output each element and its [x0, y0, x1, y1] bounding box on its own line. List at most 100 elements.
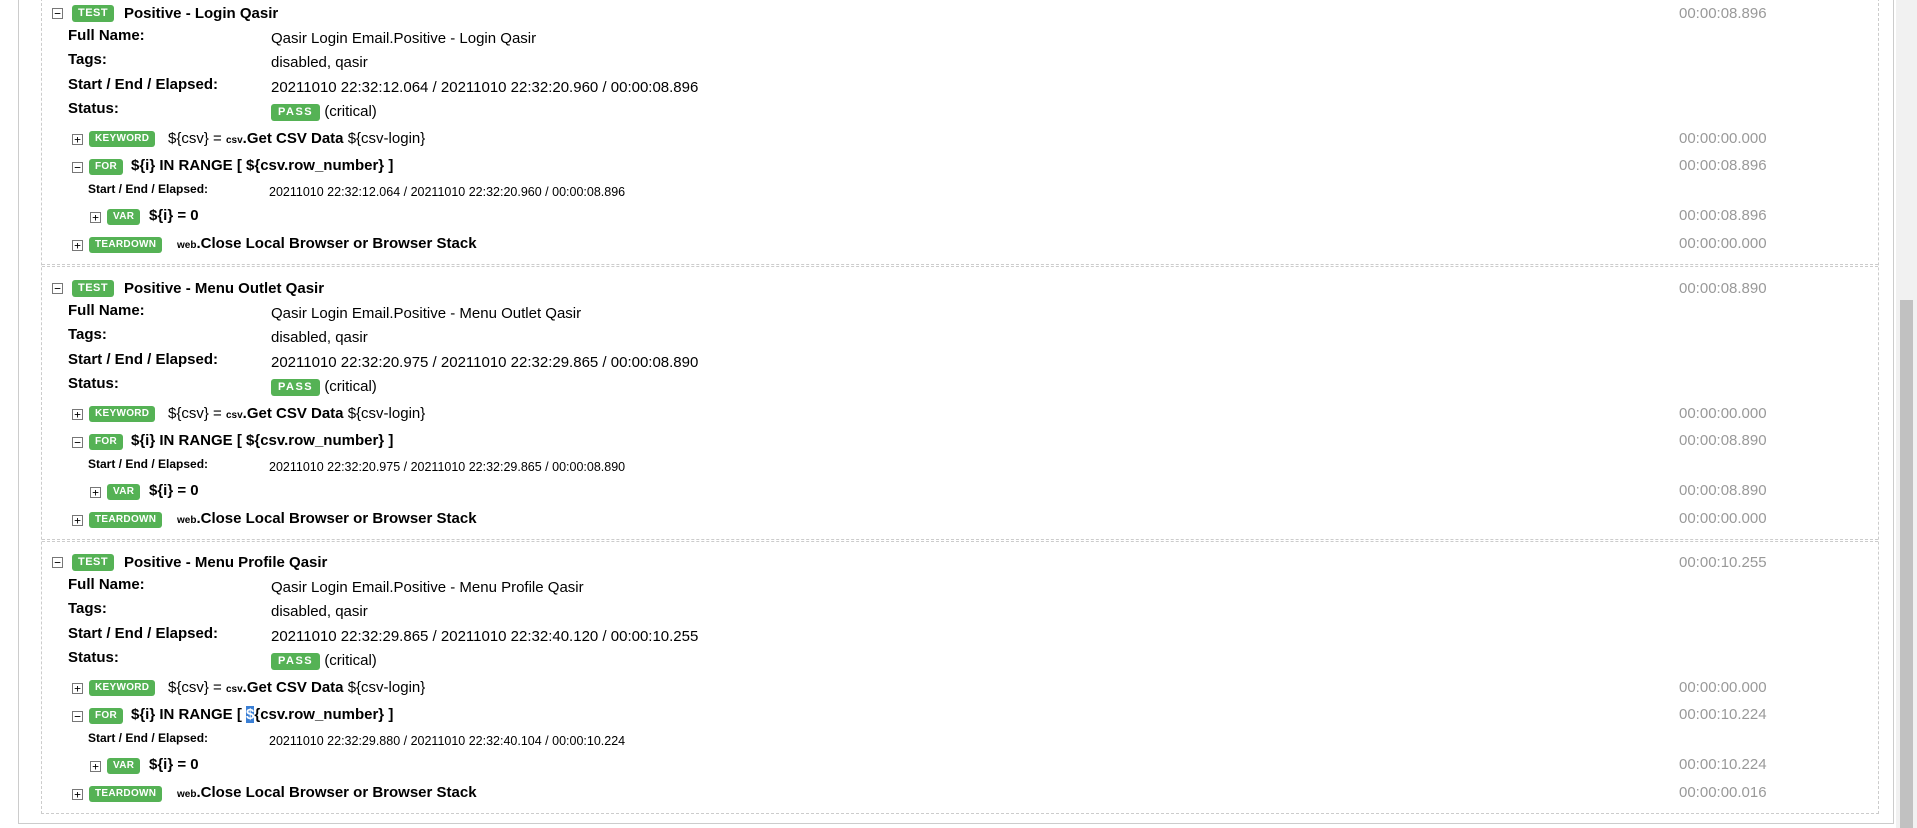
for-loop-header[interactable]: ${i} IN RANGE [ ${csv.row_number} ] [131, 706, 393, 723]
times-header: Start / End / Elapsed: [68, 351, 219, 368]
collapse-icon[interactable]: − [52, 8, 63, 19]
for-times-value: 20211010 22:32:20.975 / 20211010 22:32:2… [269, 460, 626, 474]
keyword-assign: ${csv} = [168, 679, 226, 696]
collapse-icon[interactable]: − [72, 711, 83, 722]
status-value: PASS (critical) [271, 652, 377, 670]
expand-icon[interactable]: + [90, 212, 101, 223]
teardown-library: web [177, 240, 197, 251]
criticality: (critical) [324, 652, 377, 669]
for-elapsed: 00:00:08.890 [1679, 432, 1767, 449]
status-value: PASS (critical) [271, 103, 377, 121]
test-elapsed: 00:00:08.896 [1679, 5, 1767, 22]
for-pre: ${i} IN RANGE [ [131, 432, 247, 449]
for-post: ] [384, 432, 394, 449]
test-name[interactable]: Positive - Login Qasir [124, 5, 278, 22]
for-range-var: ${csv.row_number} [246, 157, 385, 174]
test-label: TEST [72, 554, 115, 571]
tags-value: disabled, qasir [271, 329, 368, 346]
test-block: − TEST Positive - Menu Profile Qasir 00:… [0, 549, 1896, 824]
teardown-call[interactable]: web.Close Local Browser or Browser Stack [177, 510, 477, 527]
status-header: Status: [68, 100, 119, 117]
teardown-label: TEARDOWN [89, 237, 163, 253]
for-times-header: Start / End / Elapsed: [88, 731, 209, 745]
for-times-header: Start / End / Elapsed: [88, 457, 209, 471]
for-range-var: ${csv.row_number} [246, 432, 385, 449]
expand-icon[interactable]: + [72, 240, 83, 251]
test-label: TEST [72, 280, 115, 297]
expand-icon[interactable]: + [72, 134, 83, 145]
var-assignment[interactable]: ${i} = 0 [149, 756, 199, 773]
full-name-header: Full Name: [68, 27, 145, 44]
for-range-var: ${csv.row_number} [246, 706, 385, 723]
var-elapsed: 00:00:08.890 [1679, 482, 1767, 499]
for-post: ] [384, 706, 394, 723]
criticality: (critical) [324, 378, 377, 395]
teardown-library: web [177, 515, 197, 526]
keyword-call[interactable]: ${csv} = csv.Get CSV Data ${csv-login} [168, 405, 425, 422]
times-value: 20211010 22:32:20.975 / 20211010 22:32:2… [271, 354, 699, 371]
keyword-args: ${csv-login} [343, 679, 426, 696]
var-elapsed: 00:00:10.224 [1679, 756, 1767, 773]
test-name[interactable]: Positive - Menu Outlet Qasir [124, 280, 324, 297]
for-label: FOR [89, 159, 124, 175]
keyword-args: ${csv-login} [343, 405, 426, 422]
full-name-value: Qasir Login Email.Positive - Menu Profil… [271, 579, 584, 596]
tags-value: disabled, qasir [271, 603, 368, 620]
keyword-library: csv [225, 135, 243, 146]
var-assignment[interactable]: ${i} = 0 [149, 207, 199, 224]
keyword-assign: ${csv} = [168, 130, 226, 147]
teardown-call[interactable]: web.Close Local Browser or Browser Stack [177, 784, 477, 801]
full-name-header: Full Name: [68, 302, 145, 319]
teardown-call[interactable]: web.Close Local Browser or Browser Stack [177, 235, 477, 252]
full-name-value: Qasir Login Email.Positive - Menu Outlet… [271, 305, 582, 322]
teardown-elapsed: 00:00:00.000 [1679, 510, 1767, 527]
for-pre: ${i} IN RANGE [ [131, 157, 247, 174]
pass-badge: PASS [271, 652, 321, 670]
var-elapsed: 00:00:08.896 [1679, 207, 1767, 224]
for-loop-header[interactable]: ${i} IN RANGE [ ${csv.row_number} ] [131, 432, 393, 449]
keyword-assign: ${csv} = [168, 405, 226, 422]
var-label: VAR [107, 209, 141, 225]
keyword-elapsed: 00:00:00.000 [1679, 130, 1767, 147]
tags-value: disabled, qasir [271, 54, 368, 71]
collapse-icon[interactable]: − [52, 557, 63, 568]
test-elapsed: 00:00:08.890 [1679, 280, 1767, 297]
teardown-elapsed: 00:00:00.016 [1679, 784, 1767, 801]
keyword-call[interactable]: ${csv} = csv.Get CSV Data ${csv-login} [168, 679, 425, 696]
expand-icon[interactable]: + [72, 789, 83, 800]
text-selection: $ [246, 706, 255, 723]
pass-badge: PASS [271, 378, 321, 396]
criticality: (critical) [324, 103, 377, 120]
for-times-value: 20211010 22:32:12.064 / 20211010 22:32:2… [269, 185, 626, 199]
for-loop-header[interactable]: ${i} IN RANGE [ ${csv.row_number} ] [131, 157, 393, 174]
status-header: Status: [68, 649, 119, 666]
keyword-library: csv [225, 684, 243, 695]
times-value: 20211010 22:32:12.064 / 20211010 22:32:2… [271, 79, 699, 96]
expand-icon[interactable]: + [72, 515, 83, 526]
status-header: Status: [68, 375, 119, 392]
var-assignment[interactable]: ${i} = 0 [149, 482, 199, 499]
var-label: VAR [107, 484, 141, 500]
teardown-library: web [177, 789, 197, 800]
tags-header: Tags: [68, 600, 107, 617]
test-name[interactable]: Positive - Menu Profile Qasir [124, 554, 327, 571]
collapse-icon[interactable]: − [72, 162, 83, 173]
full-name-header: Full Name: [68, 576, 145, 593]
scrollbar-thumb[interactable] [1900, 300, 1913, 828]
test-block: − TEST Positive - Menu Outlet Qasir 00:0… [0, 275, 1896, 550]
expand-icon[interactable]: + [90, 761, 101, 772]
times-header: Start / End / Elapsed: [68, 76, 219, 93]
expand-icon[interactable]: + [72, 683, 83, 694]
expand-icon[interactable]: + [90, 487, 101, 498]
for-elapsed: 00:00:08.896 [1679, 157, 1767, 174]
expand-icon[interactable]: + [72, 409, 83, 420]
test-elapsed: 00:00:10.255 [1679, 554, 1767, 571]
collapse-icon[interactable]: − [52, 283, 63, 294]
times-header: Start / End / Elapsed: [68, 625, 219, 642]
keyword-call[interactable]: ${csv} = csv.Get CSV Data ${csv-login} [168, 130, 425, 147]
for-label: FOR [89, 708, 124, 724]
test-block: − TEST Positive - Login Qasir 00:00:08.8… [0, 0, 1896, 275]
collapse-icon[interactable]: − [72, 437, 83, 448]
pass-badge: PASS [271, 103, 321, 121]
keyword-elapsed: 00:00:00.000 [1679, 679, 1767, 696]
